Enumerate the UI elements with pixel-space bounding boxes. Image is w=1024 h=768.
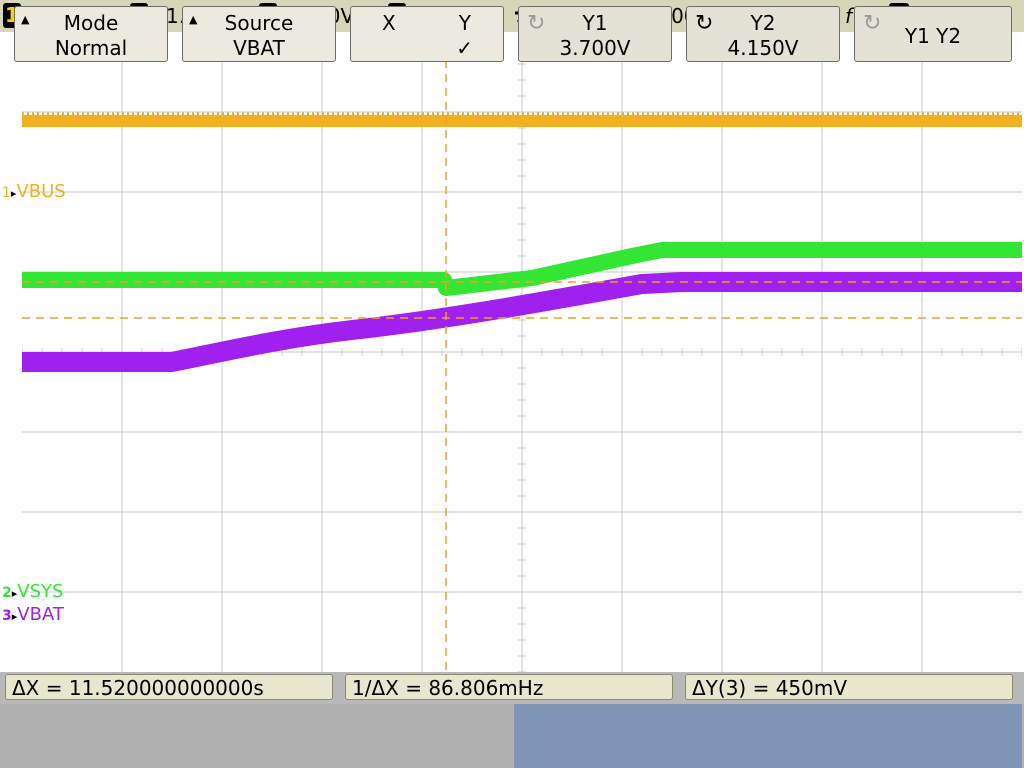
- y2-softkey-label: Y2: [750, 11, 776, 35]
- y1-y2-softkey-label: Y1 Y2: [904, 24, 962, 48]
- channel-3-label: 3▸VBAT: [2, 605, 64, 627]
- channel-1-label: 1▸VBUS: [2, 182, 66, 204]
- channel-1-ground-marker: 1: [2, 185, 11, 201]
- y1-y2-softkey[interactable]: ↻ Y1 Y2: [854, 6, 1012, 62]
- source-softkey[interactable]: ▲ Source VBAT: [182, 6, 336, 62]
- xy-softkey[interactable]: X Y ✓: [350, 6, 504, 62]
- y1-softkey[interactable]: ↻ Y1 3.700V: [518, 6, 672, 62]
- y2-softkey[interactable]: ↻ Y2 4.150V: [686, 6, 840, 62]
- delta-y-readout: ΔY(3) = 450mV: [685, 674, 1013, 700]
- cursor-readout-bar: ΔX = 11.520000000000s 1/ΔX = 86.806mHz Δ…: [0, 672, 1024, 708]
- source-softkey-label: Source: [224, 11, 294, 35]
- mode-softkey-label: Mode: [63, 11, 119, 35]
- channel-2-ground-marker: 2: [2, 585, 12, 601]
- channel-2-name: VSYS: [17, 581, 64, 602]
- channel-3-name: VBAT: [17, 604, 64, 625]
- channel-3-ground-marker: 3: [2, 608, 12, 624]
- mode-softkey-value: Normal: [54, 36, 128, 60]
- mode-softkey[interactable]: ▲ Mode Normal: [14, 6, 168, 62]
- xy-softkey-y: Y: [458, 11, 471, 35]
- y1-softkey-label: Y1: [582, 11, 608, 35]
- channel-2-label: 2▸VSYS: [2, 582, 63, 604]
- y2-softkey-value: 4.150V: [727, 36, 799, 60]
- waveform-display[interactable]: [22, 32, 1022, 672]
- inverse-delta-x-readout: 1/ΔX = 86.806mHz: [345, 674, 673, 700]
- selected-softkey-group: [514, 704, 1022, 768]
- delta-x-readout: ΔX = 11.520000000000s: [5, 674, 333, 700]
- y1-softkey-value: 3.700V: [559, 36, 631, 60]
- source-softkey-value: VBAT: [233, 36, 285, 60]
- check-icon: ✓: [456, 36, 473, 60]
- trigger-slope-icon: f: [845, 4, 853, 28]
- channel-1-name: VBUS: [16, 181, 66, 202]
